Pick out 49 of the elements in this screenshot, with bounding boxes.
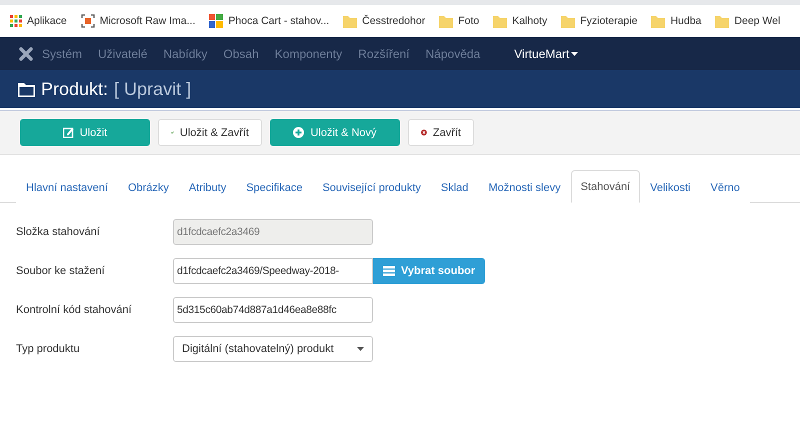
bookmark-link[interactable]: Foto [458,15,480,27]
select-file-button[interactable]: Vybrat soubor [373,258,486,284]
bookmark-link[interactable]: Deep Wel [734,15,780,27]
list-icon [383,266,395,276]
folder-icon [439,14,454,28]
bookmark-link[interactable]: Hudba [670,15,702,27]
menu-item[interactable]: Obsah [215,46,267,60]
edit-icon [62,127,74,138]
folder-icon [18,82,35,96]
menu-item[interactable]: Komponenty [266,46,350,60]
bookmark-link[interactable]: Česstredohor [362,15,426,27]
bookmark-link[interactable]: Kalhoty [512,15,548,27]
menu-item[interactable]: Nabídky [155,46,216,60]
close-icon [421,127,427,138]
input-field[interactable]: 5d315c60ab74d887a1d46ea8e88fc [173,297,373,323]
toolbar-button[interactable]: Uložit [20,119,150,146]
folder-icon [493,14,508,28]
folder-icon [651,14,666,28]
folder-icon [343,14,358,28]
joomla-logo-icon[interactable] [18,46,34,62]
tab[interactable]: Stahování [570,170,640,203]
menu-item[interactable]: VirtueMart [506,46,586,60]
folder-icon [561,14,576,28]
toolbar-button[interactable]: Zavřít [408,119,474,146]
caret-icon [357,347,364,351]
folder-icon [715,14,730,28]
frame-icon [80,14,95,28]
field-label: Kontrolní kód stahování [16,304,133,316]
caret-icon [571,52,578,56]
page-subtitle: [ Upravit ] [114,78,192,100]
bookmark-link[interactable]: Fyzioterapie [580,15,638,27]
page-title: Produkt: [41,78,108,100]
bookmark-link[interactable]: Aplikace [27,15,67,27]
plus-circle-icon [293,127,304,138]
menu-item[interactable]: Systém [34,46,90,60]
dropdown[interactable]: Digitální (stahovatelný) produkt [173,336,373,362]
field-label: Složka stahování [16,226,101,238]
apps-grid-icon [10,15,22,27]
bookmark-link[interactable]: Phoca Cart - stahov... [228,15,330,27]
colored-tiles-icon [209,14,224,28]
field-label: Soubor ke stažení [16,265,106,277]
toolbar-button[interactable]: Uložit & Nový [270,119,400,146]
field-label: Typ produktu [16,343,81,355]
toolbar-button[interactable]: Uložit & Zavřít [158,119,262,146]
input-field[interactable]: d1fcdcaefc2a3469/Speedway-2018- [173,258,373,284]
menu-item[interactable]: Uživatelé [90,46,156,60]
bookmark-link[interactable]: Microsoft Raw Ima... [100,15,196,27]
menu-item[interactable]: Rozšíření [350,46,418,60]
menu-item[interactable]: Nápověda [418,46,488,60]
